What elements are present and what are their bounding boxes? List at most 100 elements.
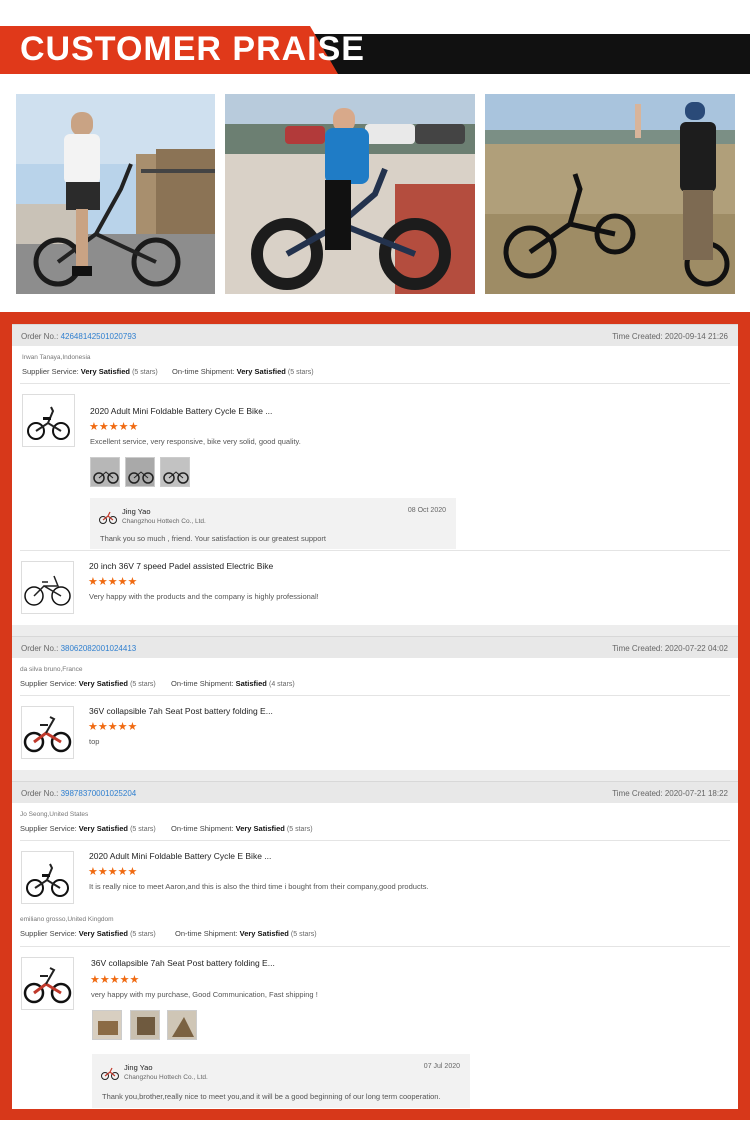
shipment-value: Very Satisfied [236,367,286,376]
divider-line [20,946,730,947]
buyer-info: Jo Seong,United States [20,811,88,818]
buyer-name: Jo Seong,United States [20,811,89,818]
product-title-link[interactable]: 36V collapsible 7ah Seat Post battery fo… [91,958,275,968]
divider-line [20,383,730,384]
shipment-row: On-time Shipment: Very Satisfied (5 star… [175,929,317,938]
customer-photo-rider-street [16,94,215,294]
seller-reply: Jing Yao Changzhou Hottech Co., Ltd. 08 … [90,498,456,549]
shipment-row: On-time Shipment: Satisfied (4 stars) [171,679,295,688]
customer-photo-woman-fat-tire [225,94,475,294]
order-time-created: Time Created: 2020-07-21 18:22 [612,789,728,798]
reply-seller-name: Jing Yao [124,1063,153,1072]
reply-seller-name: Jing Yao [122,507,151,516]
supplier-service-stars: (5 stars) [130,931,156,938]
product-title-link[interactable]: 2020 Adult Mini Foldable Battery Cycle E… [89,851,271,861]
order-header: Order No.: 39878370001025204 Time Create… [12,781,738,803]
review-comment: It is really nice to meet Aaron,and this… [89,882,429,891]
shipment-row: On-time Shipment: Very Satisfied (5 star… [171,824,313,833]
rating-row: Supplier Service: Very Satisfied (5 star… [20,929,156,938]
shipment-label: On-time Shipment: [175,929,238,938]
review-photo[interactable] [92,1010,122,1040]
seller-reply: Jing Yao Changzhou Hottech Co., Ltd. 07 … [92,1054,470,1108]
review-comment: Very happy with the products and the com… [89,592,319,601]
supplier-service-value: Very Satisfied [78,824,128,833]
product-title-link[interactable]: 36V collapsible 7ah Seat Post battery fo… [89,706,273,716]
reply-text: Thank you,brother,really nice to meet yo… [102,1092,441,1101]
product-rating-stars: ★★★★★ [90,974,140,986]
shipment-stars: (5 stars) [287,369,314,376]
product-rating-stars: ★★★★★ [88,576,138,588]
review-photo[interactable] [167,1010,197,1040]
order-label: Order No.: [21,789,59,798]
buyer-info: Irwan Tanaya,Indonesia [22,354,91,361]
reply-text: Thank you so much , friend. Your satisfa… [100,534,326,543]
product-thumbnail[interactable] [21,561,74,614]
review-photo[interactable] [130,1010,160,1040]
shipment-label: On-time Shipment: [172,367,235,376]
buyer-info: da silva bruno,France [20,666,83,673]
supplier-service-value: Very Satisfied [78,929,128,938]
shipment-value: Very Satisfied [239,929,289,938]
review-comment: very happy with my purchase, Good Commun… [91,990,318,999]
supplier-service-value: Very Satisfied [78,679,128,688]
shipment-value: Satisfied [235,679,267,688]
review-photo[interactable] [90,457,120,487]
supplier-service-stars: (5 stars) [130,826,156,833]
product-thumbnail[interactable] [21,706,74,759]
shipment-label: On-time Shipment: [171,824,234,833]
order-time-created: Time Created: 2020-09-14 21:26 [612,332,728,341]
supplier-service-label: Supplier Service: [20,929,77,938]
order-number-link[interactable]: 42648142501020793 [61,332,137,341]
buyer-name: da silva bruno,France [20,666,83,673]
review-list: Order No.: 42648142501020793 Time Create… [12,324,738,1109]
divider-line [20,550,730,551]
product-thumbnail[interactable] [22,394,75,447]
divider-line [20,695,730,696]
seller-avatar-icon [101,1067,119,1080]
order-number-link[interactable]: 38062082001024413 [61,644,137,653]
buyer-info: emiliano grosso,United Kingdom [20,916,114,923]
order-time-created: Time Created: 2020-07-22 04:02 [612,644,728,653]
reply-company: Changzhou Hottech Co., Ltd. [124,1074,208,1081]
order-header: Order No.: 42648142501020793 Time Create… [12,324,738,346]
shipment-row: On-time Shipment: Very Satisfied (5 star… [172,367,314,376]
review-photo[interactable] [160,457,190,487]
review-comment: Excellent service, very responsive, bike… [90,437,301,446]
banner-title: CUSTOMER PRAISE [20,30,365,68]
rating-row: Supplier Service: Very Satisfied (5 star… [20,824,156,833]
product-thumbnail[interactable] [21,851,74,904]
reply-date: 07 Jul 2020 [423,1063,460,1070]
review-comment: top [89,737,100,746]
order-separator [12,770,738,781]
supplier-service-label: Supplier Service: [20,679,77,688]
review-photo[interactable] [125,457,155,487]
supplier-service-stars: (5 stars) [132,369,158,376]
shipment-value: Very Satisfied [235,824,285,833]
supplier-service-stars: (5 stars) [130,681,156,688]
order-label: Order No.: [21,644,59,653]
product-rating-stars: ★★★★★ [89,421,139,433]
shipment-stars: (5 stars) [286,826,313,833]
buyer-name: emiliano grosso,United Kingdom [20,916,114,923]
seller-avatar-icon [99,511,117,524]
divider-line [20,840,730,841]
customer-praise-banner: CUSTOMER PRAISE [0,26,750,74]
rating-row: Supplier Service: Very Satisfied (5 star… [22,367,158,376]
review-panel: Order No.: 42648142501020793 Time Create… [0,312,750,1120]
buyer-name: Irwan Tanaya,Indonesia [22,354,91,361]
order-number-link[interactable]: 39878370001025204 [61,789,137,798]
supplier-service-value: Very Satisfied [80,367,130,376]
supplier-service-label: Supplier Service: [22,367,79,376]
order-header: Order No.: 38062082001024413 Time Create… [12,636,738,658]
reply-company: Changzhou Hottech Co., Ltd. [122,518,206,525]
rating-row: Supplier Service: Very Satisfied (5 star… [20,679,156,688]
product-title-link[interactable]: 20 inch 36V 7 speed Padel assisted Elect… [89,561,273,571]
product-rating-stars: ★★★★★ [88,721,138,733]
product-rating-stars: ★★★★★ [88,866,138,878]
order-label: Order No.: [21,332,59,341]
product-thumbnail[interactable] [21,957,74,1010]
shipment-stars: (4 stars) [268,681,295,688]
shipment-stars: (5 stars) [290,931,317,938]
product-title-link[interactable]: 2020 Adult Mini Foldable Battery Cycle E… [90,406,272,416]
reply-date: 08 Oct 2020 [407,507,446,514]
